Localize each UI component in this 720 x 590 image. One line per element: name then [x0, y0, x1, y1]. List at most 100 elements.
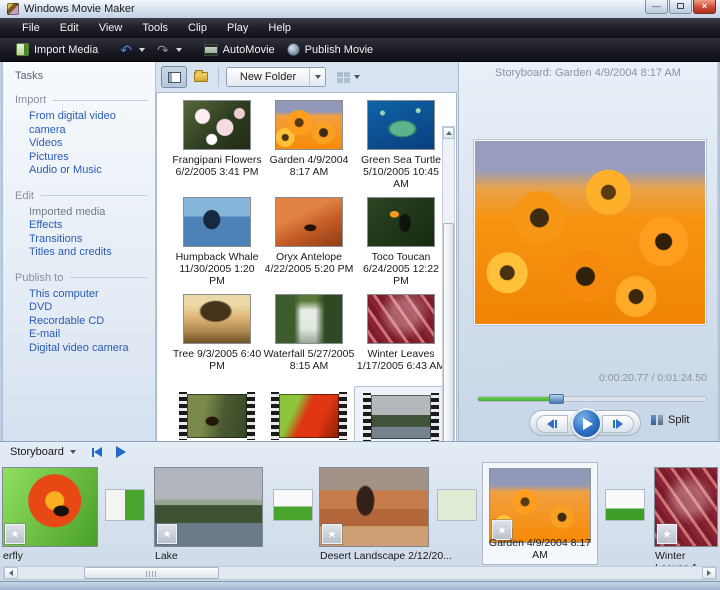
effect-badge[interactable]: ★ — [657, 524, 677, 544]
media-item-toucan[interactable]: Toco Toucan 6/24/2005 12:22 PM — [355, 198, 447, 295]
effect-star-icon: ★ — [162, 528, 173, 540]
media-item-label: Green Sea Turtle 5/10/2005 10:45 AM — [355, 154, 447, 190]
task-link-email[interactable]: E-mail — [29, 328, 155, 342]
menu-item-clip[interactable]: Clip — [178, 20, 217, 36]
import-media-button[interactable]: Import Media — [10, 40, 104, 59]
media-thumbnail[interactable] — [368, 295, 434, 343]
task-link-dvd[interactable]: DVD — [29, 301, 155, 315]
title-bar[interactable]: Windows Movie Maker — × — [0, 0, 720, 18]
preview-pane: Storyboard: Garden 4/9/2004 8:17 AM 0:00… — [458, 62, 717, 441]
storyboard-clip-image[interactable]: ★ — [490, 469, 590, 542]
task-link-imported-media[interactable]: Imported media — [29, 206, 155, 220]
media-item-video-1[interactable] — [171, 392, 263, 441]
panel-toggle-icon — [168, 72, 181, 83]
menu-item-play[interactable]: Play — [217, 20, 258, 36]
task-link-videos[interactable]: Videos — [29, 137, 155, 151]
storyboard-clip-winter-leaves[interactable]: ★ — [655, 468, 717, 546]
close-button[interactable]: × — [693, 0, 716, 14]
storyboard-horizontal-scrollbar[interactable] — [3, 566, 717, 580]
media-item-tree[interactable]: Tree 9/3/2005 6:40 PM — [171, 295, 263, 392]
media-item-frangipani[interactable]: Frangipani Flowers 6/2/2005 3:41 PM — [171, 101, 263, 198]
media-thumbnail[interactable] — [276, 198, 342, 246]
automovie-button[interactable]: AutoMovie — [198, 41, 281, 59]
media-item-video-3-selected[interactable] — [355, 392, 447, 441]
storyboard-clip-butterfly[interactable]: ★ — [3, 468, 97, 546]
media-item-oryx[interactable]: Oryx Antelope 4/22/2005 5:20 PM — [263, 198, 355, 295]
effect-badge[interactable]: ★ — [5, 524, 25, 544]
transition-cell-1[interactable] — [105, 489, 145, 521]
task-link-this-computer[interactable]: This computer — [29, 288, 155, 302]
effect-badge[interactable]: ★ — [157, 524, 177, 544]
automovie-icon — [204, 44, 218, 56]
task-link-effects[interactable]: Effects — [29, 219, 155, 233]
views-button[interactable] — [334, 66, 363, 88]
redo-button[interactable]: ↷ — [151, 41, 188, 59]
previous-frame-button[interactable] — [536, 415, 568, 433]
publish-movie-button[interactable]: Publish Movie — [281, 40, 379, 59]
redo-dropdown-icon[interactable] — [176, 48, 182, 52]
media-grid: Frangipani Flowers 6/2/2005 3:41 PM Gard… — [156, 92, 457, 441]
media-thumbnail[interactable] — [368, 101, 434, 149]
media-thumbnail[interactable] — [368, 198, 434, 246]
media-thumbnail[interactable] — [184, 198, 250, 246]
menu-item-file[interactable]: File — [12, 20, 50, 36]
scroll-right-button[interactable] — [702, 567, 716, 579]
play-storyboard-button[interactable] — [116, 446, 126, 458]
media-item-whale[interactable]: Humpback Whale 11/30/2005 1:20 PM — [171, 198, 263, 295]
menu-item-view[interactable]: View — [89, 20, 133, 36]
close-icon: × — [702, 1, 707, 11]
video-thumbnail[interactable] — [271, 392, 347, 440]
media-thumbnail[interactable] — [276, 101, 342, 149]
media-vertical-scrollbar[interactable] — [442, 126, 455, 441]
menu-item-tools[interactable]: Tools — [132, 20, 178, 36]
next-frame-button[interactable] — [602, 415, 634, 433]
maximize-button[interactable] — [669, 0, 692, 14]
seek-handle[interactable] — [549, 394, 564, 404]
task-link-transitions[interactable]: Transitions — [29, 233, 155, 247]
menu-bar: File Edit View Tools Clip Play Help — [0, 18, 720, 38]
storyboard-chevron-icon[interactable] — [70, 450, 76, 454]
task-link-titles-and-credits[interactable]: Titles and credits — [29, 246, 155, 260]
media-thumbnail[interactable] — [184, 101, 250, 149]
seek-bar[interactable] — [477, 396, 707, 402]
undo-dropdown-icon[interactable] — [139, 48, 145, 52]
scroll-left-button[interactable] — [4, 567, 18, 579]
tasks-pane-toggle-button[interactable] — [161, 66, 187, 88]
scrollbar-thumb[interactable] — [443, 223, 454, 441]
video-selection-box[interactable] — [354, 386, 448, 441]
video-thumbnail[interactable] — [179, 392, 255, 440]
storyboard-clip-garden-selected[interactable]: ★ Garden 4/9/2004 8:17 AM — [482, 462, 598, 565]
task-link-pictures[interactable]: Pictures — [29, 151, 155, 165]
task-link-from-digital-video-camera[interactable]: From digital video camera — [29, 110, 155, 137]
storyboard-clip-lake[interactable]: ★ — [155, 468, 262, 546]
minimize-button[interactable]: — — [645, 0, 668, 14]
folder-up-button[interactable] — [191, 66, 211, 88]
scroll-up-button[interactable] — [443, 127, 454, 139]
transition-cell-4[interactable] — [605, 489, 645, 521]
media-thumbnail[interactable] — [276, 295, 342, 343]
split-button[interactable]: Split — [651, 414, 689, 426]
transition-cell-2[interactable] — [273, 489, 313, 521]
menu-item-help[interactable]: Help — [258, 20, 301, 36]
video-thumbnail[interactable] — [363, 393, 439, 441]
task-link-audio-or-music[interactable]: Audio or Music — [29, 164, 155, 178]
media-item-waterfall[interactable]: Waterfall 5/27/2005 8:15 AM — [263, 295, 355, 392]
task-link-digital-video-camera[interactable]: Digital video camera — [29, 342, 155, 356]
task-link-recordable-cd[interactable]: Recordable CD — [29, 315, 155, 329]
storyboard-dropdown[interactable]: Storyboard — [10, 446, 64, 458]
media-item-winter-leaves[interactable]: Winter Leaves 1/17/2005 6:43 AM — [355, 295, 447, 392]
media-item-video-2[interactable] — [263, 392, 355, 441]
media-thumbnail[interactable] — [184, 295, 250, 343]
scrollbar-thumb[interactable] — [84, 567, 219, 579]
media-item-garden[interactable]: Garden 4/9/2004 8:17 AM — [263, 101, 355, 198]
rewind-storyboard-button[interactable] — [92, 447, 102, 457]
storyboard-clip-desert[interactable]: ★ — [320, 468, 428, 546]
menu-item-edit[interactable]: Edit — [50, 20, 89, 36]
transition-cell-3[interactable] — [437, 489, 477, 521]
play-button[interactable] — [571, 408, 602, 439]
undo-button[interactable]: ↶ — [114, 41, 151, 59]
collection-dropdown[interactable]: New Folder — [226, 67, 326, 87]
media-item-turtle[interactable]: Green Sea Turtle 5/10/2005 10:45 AM — [355, 101, 447, 198]
collection-dropdown-button[interactable] — [309, 68, 325, 86]
effect-badge[interactable]: ★ — [322, 524, 342, 544]
